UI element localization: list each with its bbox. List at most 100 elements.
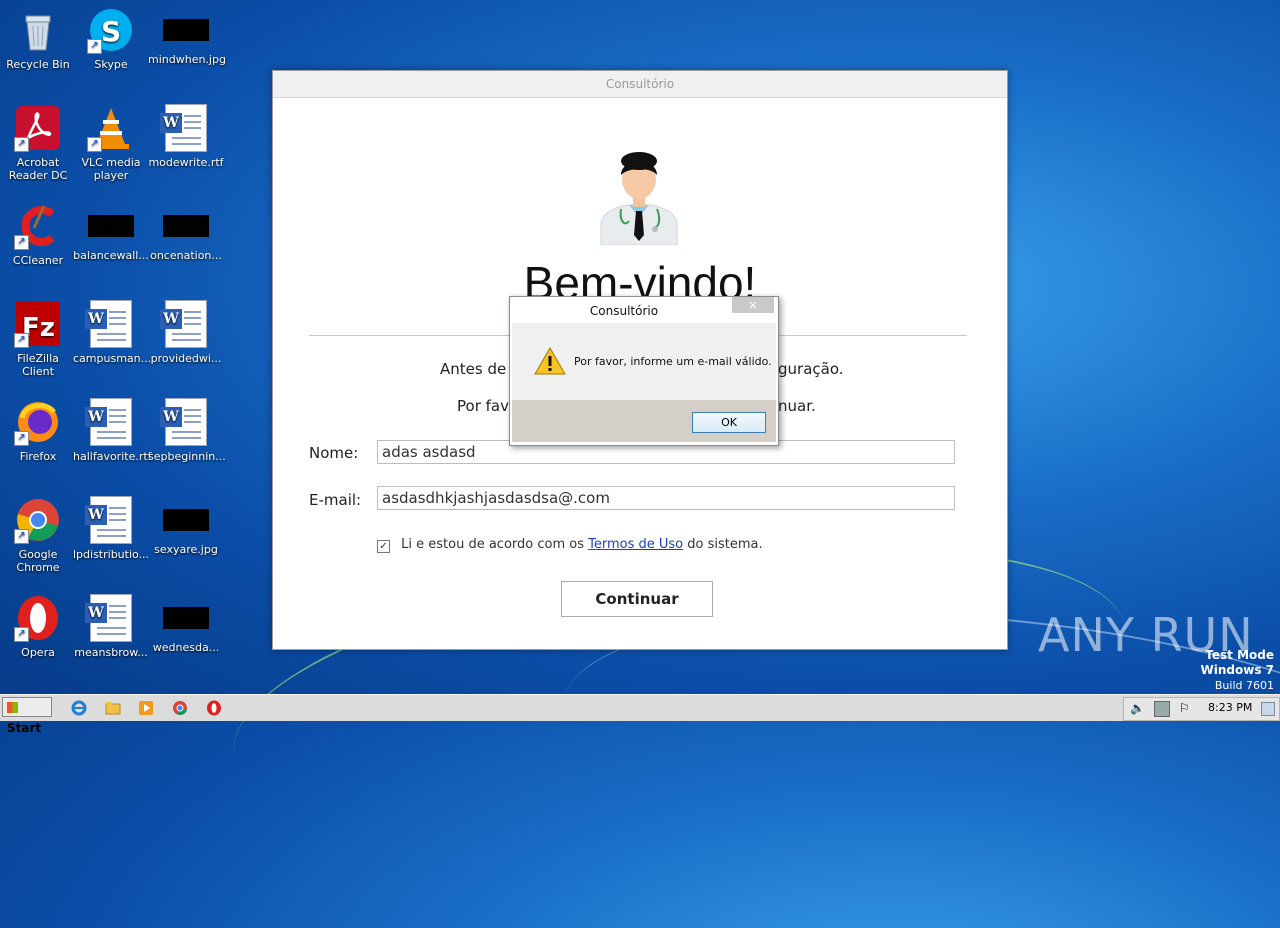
desktop-icon-firefox[interactable]: ↗ Firefox <box>0 398 76 463</box>
clock[interactable]: 8:23 PM <box>1208 701 1252 714</box>
shortcut-arrow-icon: ↗ <box>14 235 29 250</box>
shortcut-arrow-icon: ↗ <box>87 137 102 152</box>
desktop-icon-lpdistributio[interactable]: W lpdistributio... <box>73 496 149 561</box>
doctor-avatar-icon <box>599 151 679 246</box>
internet-explorer-icon[interactable] <box>71 700 87 716</box>
build-line: Build 7601 <box>1214 679 1274 692</box>
desktop-icon-chrome[interactable]: ↗ Google Chrome <box>0 496 76 574</box>
name-label: Nome: <box>309 444 359 462</box>
word-document-icon: W <box>85 300 135 348</box>
ccleaner-icon: ↗ <box>14 202 62 250</box>
acrobat-icon: ↗ <box>14 104 62 152</box>
icon-label: Recycle Bin <box>6 58 70 71</box>
desktop-icon-hallfavorite[interactable]: W hallfavorite.rtf <box>73 398 152 463</box>
icon-label: sepbeginnin... <box>148 450 226 463</box>
terms-prefix: Li e estou de acordo com os <box>401 537 584 552</box>
app-title-bar: Consultório <box>273 71 1007 98</box>
skype-icon: S ↗ <box>87 6 135 54</box>
desktop-icon-modewrite[interactable]: W modewrite.rtf <box>148 104 224 169</box>
desktop-icon-campusman[interactable]: W campusman... <box>73 300 151 365</box>
dialog-message: Por favor, informe um e-mail válido. <box>574 355 772 368</box>
image-thumbnail <box>163 19 209 41</box>
show-desktop-icon[interactable] <box>1261 702 1275 716</box>
media-player-icon[interactable] <box>138 700 154 716</box>
continue-button[interactable]: Continuar <box>561 581 713 617</box>
terms-link[interactable]: Termos de Uso <box>588 537 683 552</box>
desktop-icon-sepbeginnin[interactable]: W sepbeginnin... <box>148 398 226 463</box>
desktop-icon-vlc[interactable]: ↗ VLC media player <box>73 104 149 182</box>
intro-line2-right: nuar. <box>778 397 816 415</box>
chrome-taskbar-icon[interactable] <box>172 700 188 716</box>
icon-label: CCleaner <box>12 254 64 267</box>
icon-label: sexyare.jpg <box>154 543 218 556</box>
intro-line1-left: Antes de c <box>440 360 520 378</box>
shortcut-arrow-icon: ↗ <box>87 39 102 54</box>
intro-line1-right: guração. <box>778 360 844 378</box>
icon-label: mindwhen.jpg <box>148 53 226 66</box>
alert-dialog[interactable]: Consultório × Por favor, informe um e-ma… <box>509 296 779 446</box>
opera-icon: ↗ <box>14 594 62 642</box>
desktop-icon-ccleaner[interactable]: ↗ CCleaner <box>0 202 76 267</box>
email-input[interactable] <box>377 486 955 510</box>
icon-label: balancewall... <box>73 249 149 262</box>
desktop-icon-skype[interactable]: S ↗ Skype <box>73 6 149 71</box>
word-document-icon: W <box>160 104 210 152</box>
taskbar: Start 🔈 ⚐ 8:23 PM <box>0 694 1280 735</box>
dialog-body: Por favor, informe um e-mail válido. <box>512 323 776 400</box>
start-button[interactable]: Start <box>2 697 52 735</box>
opera-taskbar-icon[interactable] <box>206 700 222 716</box>
shortcut-arrow-icon: ↗ <box>14 137 29 152</box>
desktop-icon-balancewall[interactable]: balancewall... <box>73 202 149 262</box>
icon-label: FileZilla Client <box>17 352 59 378</box>
image-thumbnail <box>163 509 209 531</box>
shortcut-arrow-icon: ↗ <box>14 529 29 544</box>
icon-label: providedwi... <box>150 352 222 365</box>
desktop-icon-acrobat[interactable]: ↗ Acrobat Reader DC <box>0 104 76 182</box>
system-tray: 🔈 ⚐ <box>1123 697 1280 721</box>
word-document-icon: W <box>85 496 135 544</box>
desktop-icon-filezilla[interactable]: Fz ↗ FileZilla Client <box>0 300 76 378</box>
icon-label: Firefox <box>19 450 57 463</box>
explorer-folder-icon[interactable] <box>105 700 121 716</box>
terms-suffix: do sistema. <box>687 537 763 552</box>
terms-row: ✓ Li e estou de acordo com os Termos de … <box>377 537 763 553</box>
filezilla-icon: Fz ↗ <box>14 300 62 348</box>
terms-checkbox[interactable]: ✓ <box>377 540 390 553</box>
icon-label: Acrobat Reader DC <box>8 156 68 182</box>
action-center-flag-icon[interactable]: ⚐ <box>1179 701 1190 715</box>
ok-button[interactable]: OK <box>692 412 766 433</box>
speaker-icon[interactable]: 🔈 <box>1130 701 1145 715</box>
desktop-icon-wednesda[interactable]: wednesda... <box>148 594 224 654</box>
shortcut-arrow-icon: ↗ <box>14 431 29 446</box>
icon-label: lpdistributio... <box>73 548 150 561</box>
desktop-icon-meansbrow[interactable]: W meansbrow... <box>73 594 149 659</box>
shortcut-arrow-icon: ↗ <box>14 333 29 348</box>
image-thumbnail <box>88 215 134 237</box>
icon-label: meansbrow... <box>74 646 148 659</box>
icon-label: Opera <box>21 646 55 659</box>
test-mode-line: Test Mode <box>1205 648 1274 662</box>
image-thumbnail <box>163 215 209 237</box>
word-document-icon: W <box>85 594 135 642</box>
warning-icon <box>534 346 566 375</box>
os-line: Windows 7 <box>1200 663 1274 677</box>
icon-label: Skype <box>94 58 128 71</box>
desktop-icon-sexyare[interactable]: sexyare.jpg <box>148 496 224 556</box>
firefox-icon: ↗ <box>14 398 62 446</box>
icon-label: Google Chrome <box>16 548 60 574</box>
icon-label: hallfavorite.rtf <box>73 450 152 463</box>
start-label: Start <box>7 721 42 735</box>
network-icon[interactable] <box>1154 701 1170 717</box>
dialog-close-button[interactable]: × <box>732 297 774 313</box>
chrome-icon: ↗ <box>14 496 62 544</box>
desktop-icon-opera[interactable]: ↗ Opera <box>0 594 76 659</box>
word-document-icon: W <box>160 398 210 446</box>
test-mode-notice: Test Mode Windows 7 Build 7601 <box>1201 648 1274 693</box>
desktop-icon-mindwhen[interactable]: mindwhen.jpg <box>148 6 226 66</box>
desktop-icon-recycle-bin[interactable]: Recycle Bin <box>0 6 76 71</box>
recycle-bin-icon <box>14 6 62 54</box>
shortcut-arrow-icon: ↗ <box>14 627 29 642</box>
image-thumbnail <box>163 607 209 629</box>
desktop-icon-providedwi[interactable]: W providedwi... <box>148 300 224 365</box>
desktop-icon-oncenation[interactable]: oncenation... <box>148 202 224 262</box>
